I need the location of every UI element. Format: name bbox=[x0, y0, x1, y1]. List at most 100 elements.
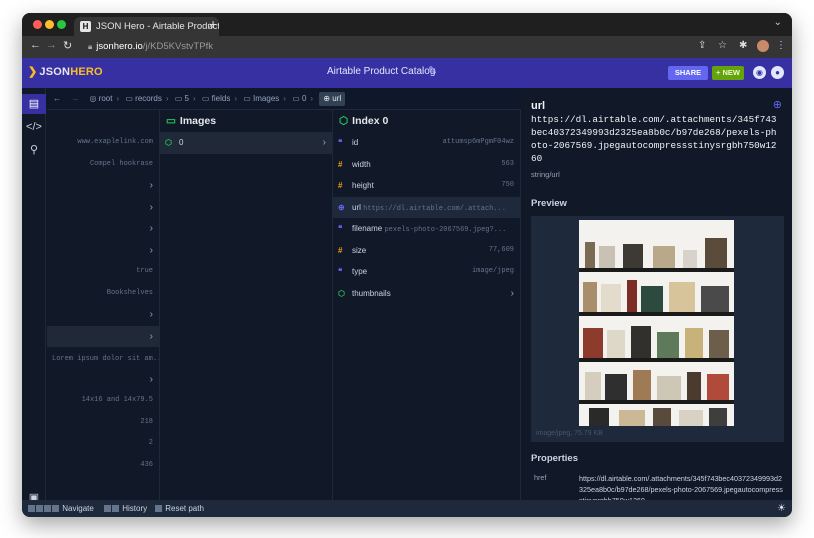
breadcrumb-item[interactable]: ▭ records bbox=[125, 88, 161, 110]
list-item[interactable]: › bbox=[47, 197, 159, 219]
jsonhero-logo[interactable]: ❯ JSONHERO bbox=[28, 65, 103, 78]
shelf bbox=[579, 358, 734, 362]
list-item[interactable]: 14x16 and 14x79.5 bbox=[47, 390, 159, 412]
breadcrumb-label: records bbox=[135, 94, 162, 103]
list-item[interactable]: # size 77,609 bbox=[333, 240, 520, 262]
book bbox=[653, 408, 671, 426]
list-item[interactable]: www.exaplelink.com bbox=[47, 132, 159, 154]
row-value: 77,609 bbox=[488, 245, 514, 254]
edit-title-icon[interactable]: ✎ bbox=[428, 64, 437, 77]
theme-toggle-sun-icon[interactable]: ☀ bbox=[777, 500, 786, 517]
tree-view-icon[interactable]: ⚲ bbox=[22, 140, 46, 160]
book bbox=[657, 332, 679, 358]
row-value: www.exaplelink.com bbox=[77, 138, 153, 146]
tab-strip: H JSON Hero - Airtable Product C × + ⌄ bbox=[22, 13, 792, 36]
address-bar[interactable]: 🔒︎ jsonhero.io/j/KD5KVstvTPfk bbox=[78, 38, 678, 56]
list-item[interactable]: 2 bbox=[47, 433, 159, 455]
breadcrumb-back-icon[interactable]: ← bbox=[53, 88, 61, 110]
string-quote-icon: ❝ bbox=[338, 267, 343, 276]
list-item[interactable]: Compel hookrase bbox=[47, 154, 159, 176]
share-button[interactable]: SHARE bbox=[668, 66, 708, 80]
list-item[interactable]: › bbox=[47, 304, 159, 326]
breadcrumb-item[interactable]: ◎ root bbox=[89, 88, 112, 110]
book bbox=[631, 326, 651, 358]
list-item[interactable]: 218 bbox=[47, 412, 159, 434]
book bbox=[679, 410, 703, 426]
address-bar-row: ← → ↻ 🔒︎ jsonhero.io/j/KD5KVstvTPfk ⇪ ☆ ✱… bbox=[22, 36, 792, 58]
share-page-icon[interactable]: ⇪ bbox=[698, 40, 706, 51]
list-item[interactable]: ❝ id attumsp6mPgmF04wz bbox=[333, 132, 520, 154]
list-item[interactable]: 436 bbox=[47, 455, 159, 477]
extensions-puzzle-icon[interactable]: ✱ bbox=[739, 40, 747, 51]
list-item[interactable]: › bbox=[47, 218, 159, 240]
list-item[interactable]: Lorem ipsum dolor sit am... bbox=[47, 347, 159, 369]
object-icon: ⬡ bbox=[338, 288, 345, 298]
list-item[interactable]: › bbox=[47, 369, 159, 391]
url-value[interactable]: https://dl.airtable.com/.attachments/345… bbox=[531, 113, 781, 165]
object-icon: ⬡ bbox=[339, 115, 349, 127]
book bbox=[583, 282, 597, 312]
columns-view-icon[interactable]: ▤ bbox=[22, 94, 46, 114]
list-item[interactable]: ❝ filename pexels-photo-2067569.jpeg?... bbox=[333, 218, 520, 240]
shelf bbox=[579, 400, 734, 404]
chevron-right-icon: › bbox=[322, 137, 326, 148]
breadcrumb-item[interactable]: ▭ Images bbox=[243, 88, 279, 110]
breadcrumb-separator: › bbox=[283, 94, 286, 103]
list-item[interactable]: Bookshelves bbox=[47, 283, 159, 305]
minimize-window-button[interactable] bbox=[45, 20, 54, 29]
list-item[interactable]: › bbox=[47, 175, 159, 197]
book bbox=[585, 372, 601, 400]
row-key: 0 bbox=[179, 138, 184, 147]
book bbox=[705, 238, 727, 268]
reset-path-hint[interactable]: Reset path bbox=[155, 500, 204, 517]
github-icon[interactable]: ● bbox=[771, 66, 784, 79]
preview-image[interactable] bbox=[579, 220, 734, 426]
profile-avatar[interactable] bbox=[757, 40, 769, 52]
history-hint[interactable]: History bbox=[104, 500, 147, 517]
close-window-button[interactable] bbox=[33, 20, 42, 29]
tab-menu-chevron-icon[interactable]: ⌄ bbox=[774, 17, 782, 28]
preview-box: image/jpeg, 75.79 KB bbox=[531, 216, 784, 442]
book bbox=[685, 328, 703, 358]
url-path: /j/KD5KVstvTPfk bbox=[142, 41, 213, 52]
breadcrumb-label: Images bbox=[253, 94, 280, 103]
book bbox=[623, 244, 643, 268]
discord-icon[interactable]: ◉ bbox=[753, 66, 766, 79]
jsonhero-favicon-icon: H bbox=[80, 21, 91, 32]
reload-icon[interactable]: ↻ bbox=[63, 39, 72, 52]
list-item-selected[interactable]: ⬡ 0 › bbox=[160, 132, 332, 154]
back-arrow-icon[interactable]: ← bbox=[30, 39, 41, 51]
shelf bbox=[579, 312, 734, 316]
list-item[interactable]: ⬡ thumbnails › bbox=[333, 283, 520, 305]
row-value: 14x16 and 14x79.5 bbox=[81, 396, 153, 404]
book bbox=[585, 242, 595, 268]
book bbox=[589, 408, 609, 426]
list-item[interactable]: true bbox=[47, 261, 159, 283]
string-quote-icon: ❝ bbox=[338, 138, 343, 147]
list-item-selected[interactable]: › bbox=[47, 325, 159, 347]
breadcrumb-item[interactable]: ▭ fields bbox=[202, 88, 230, 110]
list-item[interactable]: # width 563 bbox=[333, 154, 520, 176]
breadcrumb-item[interactable]: ▭ 0 bbox=[292, 88, 306, 110]
browser-tab[interactable]: H JSON Hero - Airtable Product C × bbox=[74, 17, 219, 36]
new-tab-icon[interactable]: + bbox=[209, 16, 217, 32]
globe-icon[interactable]: ⊕ bbox=[773, 98, 782, 111]
list-item[interactable]: # height 750 bbox=[333, 175, 520, 197]
row-value: true bbox=[136, 267, 153, 275]
forward-arrow-icon[interactable]: → bbox=[46, 39, 57, 51]
navigate-hint: Navigate bbox=[28, 500, 94, 517]
new-button[interactable]: + NEW bbox=[712, 66, 744, 80]
chevron-right-icon: › bbox=[149, 244, 153, 256]
list-item[interactable]: ❝ type image/jpeg bbox=[333, 261, 520, 283]
list-item-selected[interactable]: ⊕ url https://dl.airtable.com/.attach... bbox=[333, 196, 520, 218]
breadcrumb-item-current[interactable]: ⊕ url bbox=[319, 92, 346, 106]
number-hash-icon: # bbox=[338, 159, 343, 169]
bookmark-star-icon[interactable]: ☆ bbox=[718, 40, 727, 51]
breadcrumb-forward-icon[interactable]: → bbox=[71, 88, 79, 110]
logo-json-text: JSON bbox=[39, 66, 71, 78]
browser-menu-icon[interactable]: ⋮ bbox=[776, 40, 786, 51]
list-item[interactable]: › bbox=[47, 240, 159, 262]
code-view-icon[interactable]: </> bbox=[22, 117, 46, 137]
zoom-window-button[interactable] bbox=[57, 20, 66, 29]
breadcrumb-item[interactable]: ▭ 5 bbox=[175, 88, 189, 110]
